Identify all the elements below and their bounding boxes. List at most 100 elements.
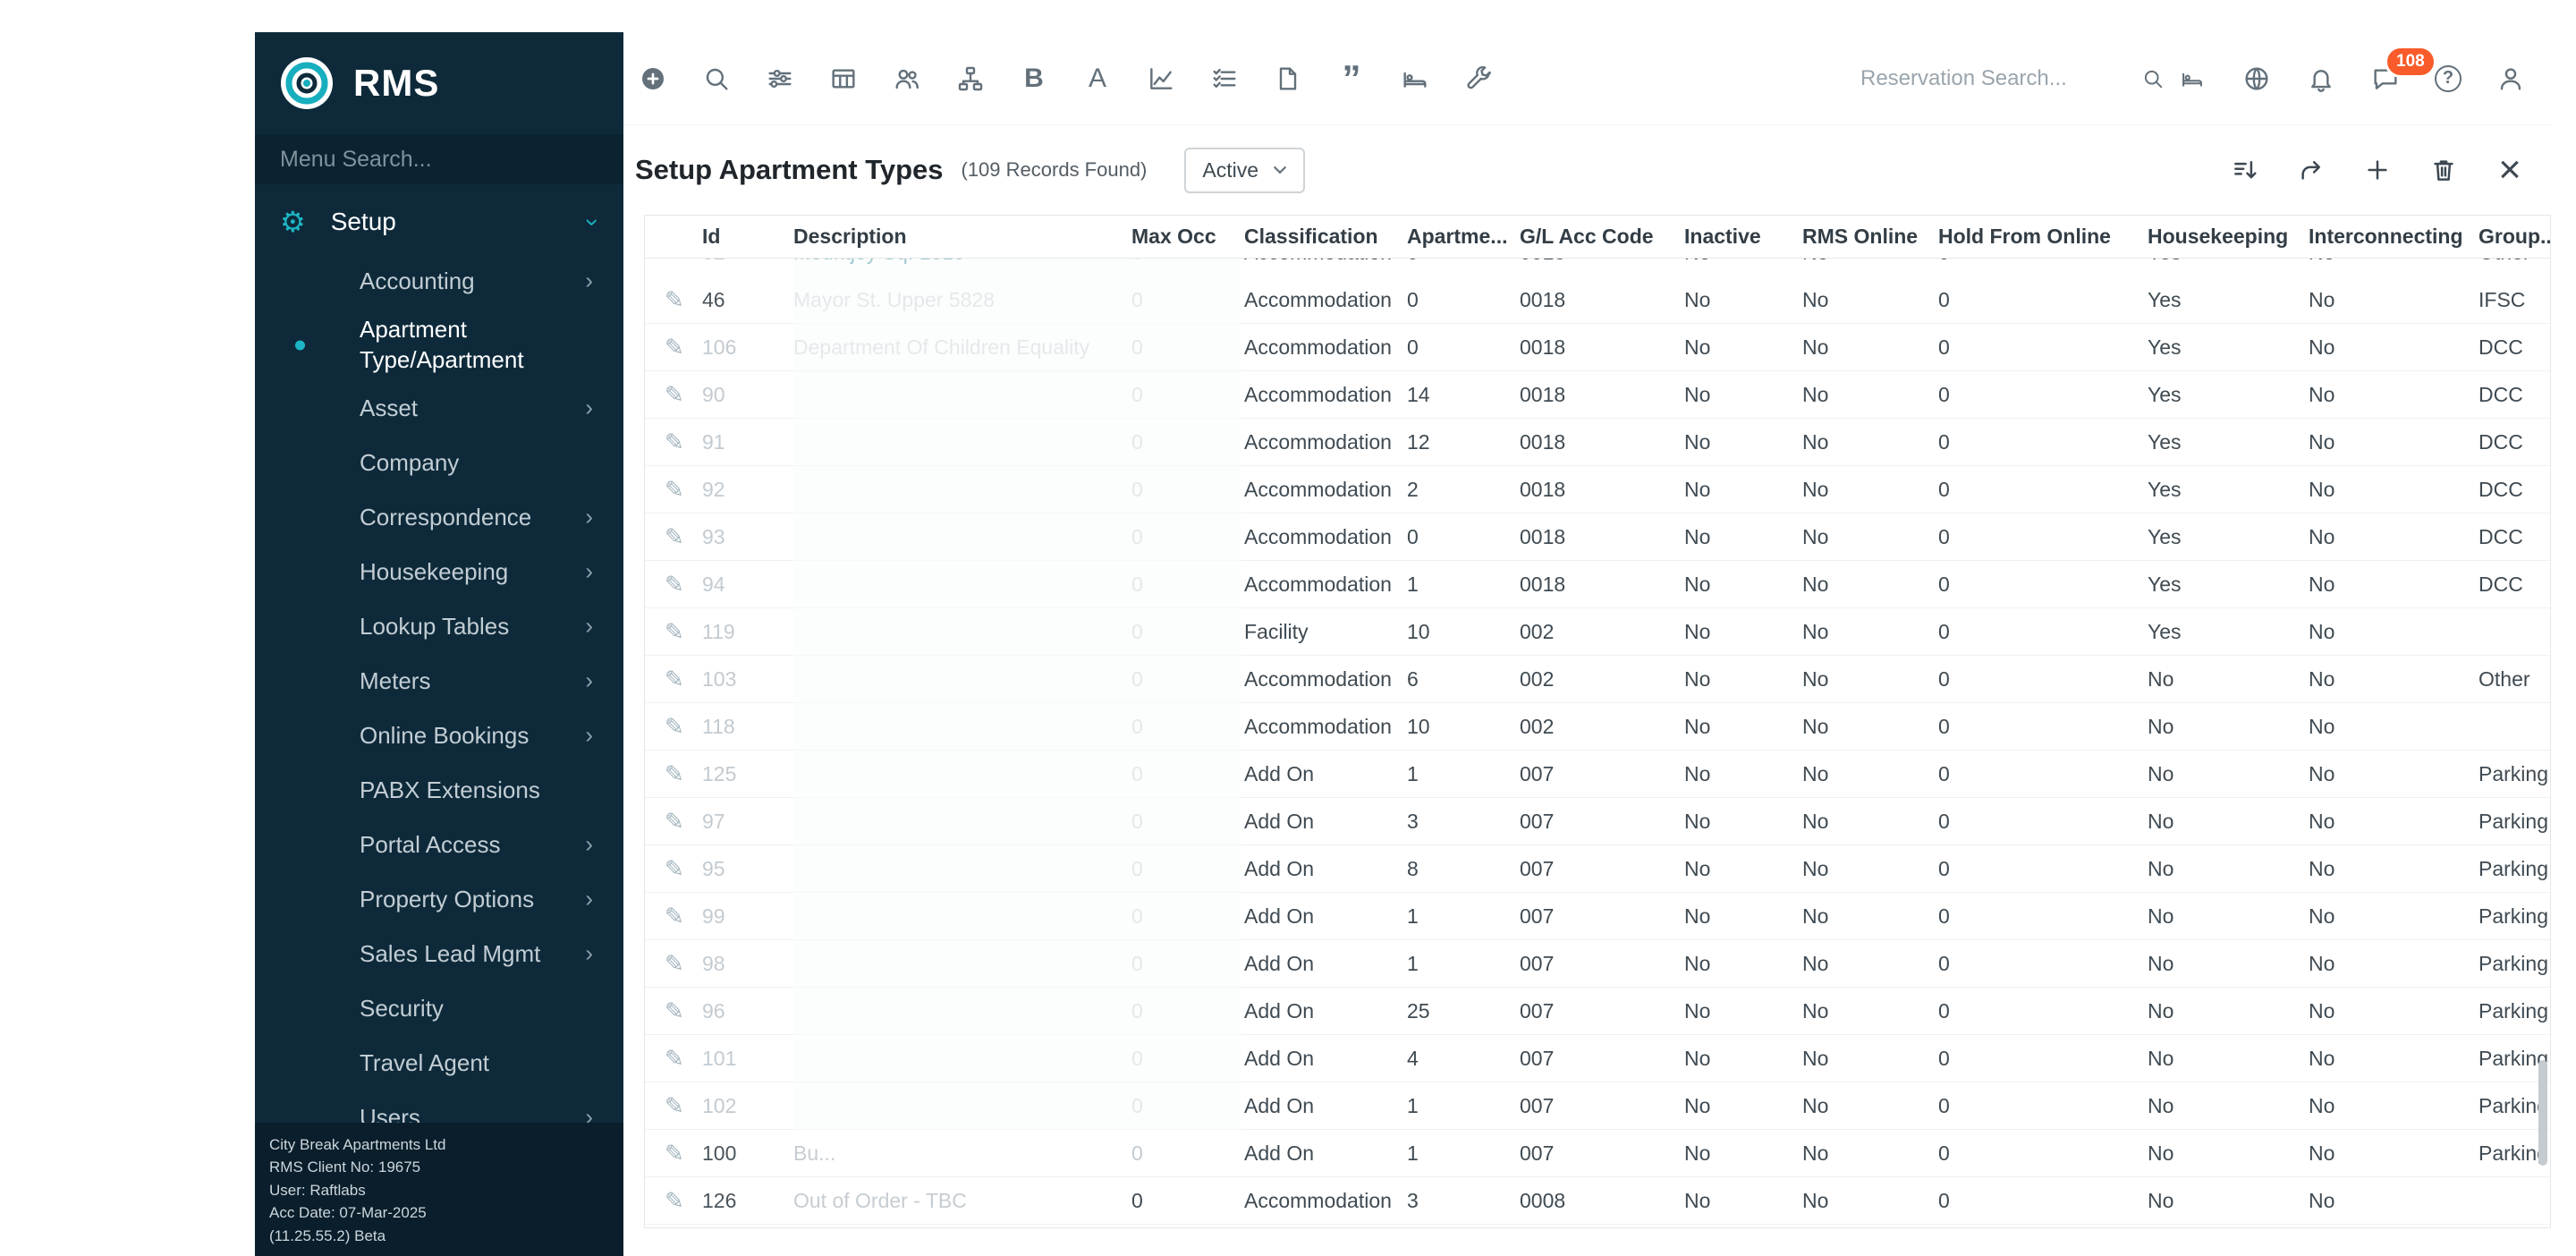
table-row[interactable]: ✎ 106 Department Of Children Equality 0 … <box>645 324 2550 371</box>
line-chart-icon[interactable] <box>1146 64 1176 94</box>
table-row[interactable]: ✎ 118 0 Accommodation 10 002 No No 0 No … <box>645 703 2550 751</box>
hierarchy-icon[interactable] <box>955 64 986 94</box>
sidebar-item-lookup-tables[interactable]: Lookup Tables › <box>255 600 623 655</box>
sidebar-item-company[interactable]: Company <box>255 437 623 491</box>
table-row[interactable]: ✎ 101 0 Add On 4 007 No No 0 No No Parki… <box>645 1035 2550 1082</box>
table-row[interactable]: ✎ 97 0 Add On 3 007 No No 0 No No Parkin… <box>645 798 2550 845</box>
table-row[interactable]: ✎ 119 0 Facility 10 002 No No 0 Yes No <box>645 608 2550 656</box>
delete-icon[interactable] <box>2429 156 2458 184</box>
sidebar-item-sales-lead-mgmt[interactable]: Sales Lead Mgmt › <box>255 928 623 982</box>
edit-pencil-icon[interactable]: ✎ <box>665 286 684 313</box>
edit-pencil-icon[interactable]: ✎ <box>665 429 684 455</box>
edit-pencil-icon[interactable]: ✎ <box>665 713 684 740</box>
column-header-hold-from-online[interactable]: Hold From Online <box>1938 225 2148 249</box>
edit-pencil-icon[interactable]: ✎ <box>665 259 684 266</box>
table-grid-icon[interactable] <box>828 64 859 94</box>
table-row[interactable]: ✎ 94 0 Accommodation 1 0018 No No 0 Yes … <box>645 561 2550 608</box>
table-row[interactable]: ✎ 125 0 Add On 1 007 No No 0 No No Parki… <box>645 751 2550 798</box>
edit-pencil-icon[interactable]: ✎ <box>665 381 684 408</box>
sidebar-item-portal-access[interactable]: Portal Access › <box>255 819 623 873</box>
search-icon[interactable] <box>701 64 732 94</box>
column-header-rms-online[interactable]: RMS Online <box>1802 225 1938 249</box>
table-row[interactable]: ✎ 102 0 Add On 1 007 No No 0 No No Parki… <box>645 1082 2550 1130</box>
edit-pencil-icon[interactable]: ✎ <box>665 618 684 645</box>
tools-wrench-icon[interactable] <box>1463 64 1494 94</box>
edit-pencil-icon[interactable]: ✎ <box>665 334 684 361</box>
table-row[interactable]: ✎ 52 Mountjoy Sq. 1810 0 Accommodation 0… <box>645 259 2550 276</box>
edit-pencil-icon[interactable]: ✎ <box>665 760 684 787</box>
occupants-icon[interactable] <box>892 64 922 94</box>
table-row[interactable]: ✎ 46 Mayor St. Upper 5828 0 Accommodatio… <box>645 276 2550 324</box>
column-header-inactive[interactable]: Inactive <box>1684 225 1802 249</box>
sidebar-item-correspondence[interactable]: Correspondence › <box>255 491 623 546</box>
edit-pencil-icon[interactable]: ✎ <box>665 666 684 692</box>
table-row[interactable]: ✎ 95 0 Add On 8 007 No No 0 No No Parkin… <box>645 845 2550 893</box>
quote-icon[interactable]: ” <box>1336 59 1367 97</box>
sidebar-item-property-options[interactable]: Property Options › <box>255 873 623 928</box>
column-header-group[interactable]: Group... <box>2479 225 2550 249</box>
edit-pencil-icon[interactable]: ✎ <box>665 1045 684 1072</box>
cell-classification: Accommodation <box>1244 335 1392 359</box>
edit-pencil-icon[interactable]: ✎ <box>665 571 684 598</box>
sidebar-section-setup[interactable]: ⚙ Setup › <box>255 193 623 250</box>
status-filter-dropdown[interactable]: Active <box>1184 147 1306 193</box>
sidebar-item-apartment-type-apartment[interactable]: Apartment Type/Apartment <box>255 309 623 382</box>
edit-pencil-icon[interactable]: ✎ <box>665 1187 684 1214</box>
table-row[interactable]: ✎ 99 0 Add On 1 007 No No 0 No No Parkin… <box>645 893 2550 940</box>
close-icon[interactable]: × <box>2496 150 2524 190</box>
document-icon[interactable] <box>1273 64 1303 94</box>
sidebar-item-meters[interactable]: Meters › <box>255 655 623 709</box>
user-icon[interactable] <box>2496 64 2526 94</box>
sidebar-item-housekeeping[interactable]: Housekeeping › <box>255 546 623 600</box>
sidebar-item-accounting[interactable]: Accounting › <box>255 254 623 309</box>
table-row[interactable]: ✎ 103 0 Accommodation 6 002 No No 0 No N… <box>645 656 2550 703</box>
column-header-apartments[interactable]: Apartme... <box>1407 225 1520 249</box>
edit-pencil-icon[interactable]: ✎ <box>665 997 684 1024</box>
column-header-id[interactable]: Id <box>702 225 793 249</box>
column-header-description[interactable]: Description <box>793 225 1131 249</box>
edit-pencil-icon[interactable]: ✎ <box>665 950 684 977</box>
table-row[interactable]: ✎ 90 0 Accommodation 14 0018 No No 0 Yes… <box>645 371 2550 419</box>
vertical-scrollbar-thumb[interactable] <box>2538 1060 2547 1166</box>
reservation-search-input[interactable] <box>1860 65 2129 91</box>
sidebar-item-travel-agent[interactable]: Travel Agent <box>255 1037 623 1091</box>
column-header-max-occ[interactable]: Max Occ <box>1131 225 1244 249</box>
add-icon[interactable] <box>2363 156 2392 184</box>
edit-pencil-icon[interactable]: ✎ <box>665 903 684 929</box>
task-list-icon[interactable] <box>1209 64 1240 94</box>
bookings-bed-icon[interactable] <box>1400 64 1430 94</box>
column-header-interconnecting[interactable]: Interconnecting <box>2309 225 2479 249</box>
edit-pencil-icon[interactable]: ✎ <box>665 808 684 835</box>
menu-search-input[interactable] <box>280 146 582 173</box>
table-row[interactable]: ✎ 100 Bu... 0 Add On 1 007 No No 0 No No… <box>645 1130 2550 1177</box>
table-row[interactable]: ✎ 98 0 Add On 1 007 No No 0 No No Parkin… <box>645 940 2550 988</box>
column-header-housekeeping[interactable]: Housekeeping <box>2148 225 2309 249</box>
table-row[interactable]: ✎ 92 0 Accommodation 2 0018 No No 0 Yes … <box>645 466 2550 513</box>
sidebar-item-online-bookings[interactable]: Online Bookings › <box>255 709 623 764</box>
table-row[interactable]: ✎ 93 0 Accommodation 0 0018 No No 0 Yes … <box>645 513 2550 561</box>
bed-icon[interactable] <box>2177 64 2207 94</box>
sidebar-item-security[interactable]: Security <box>255 982 623 1037</box>
column-header-gl-acc-code[interactable]: G/L Acc Code <box>1520 225 1684 249</box>
sidebar-item-pabx-extensions[interactable]: PABX Extensions <box>255 764 623 819</box>
edit-pencil-icon[interactable]: ✎ <box>665 1092 684 1119</box>
sidebar-item-asset[interactable]: Asset › <box>255 382 623 437</box>
edit-pencil-icon[interactable]: ✎ <box>665 523 684 550</box>
search-icon[interactable] <box>2138 64 2168 94</box>
font-icon[interactable]: A <box>1082 64 1113 94</box>
help-icon[interactable]: ? <box>2435 64 2462 92</box>
forward-arrow-icon[interactable] <box>2297 156 2326 184</box>
table-row[interactable]: ✎ 126 Out of Order - TBC 0 Accommodation… <box>645 1177 2550 1225</box>
edit-pencil-icon[interactable]: ✎ <box>665 476 684 503</box>
globe-icon[interactable] <box>2241 64 2272 94</box>
table-row[interactable]: ✎ 91 0 Accommodation 12 0018 No No 0 Yes… <box>645 419 2550 466</box>
sort-icon[interactable] <box>2231 156 2259 184</box>
edit-pencil-icon[interactable]: ✎ <box>665 855 684 882</box>
column-header-classification[interactable]: Classification <box>1244 225 1407 249</box>
add-circle-icon[interactable] <box>638 64 668 94</box>
table-row[interactable]: ✎ 96 0 Add On 25 007 No No 0 No No Parki… <box>645 988 2550 1035</box>
bold-icon[interactable]: B <box>1019 64 1049 94</box>
edit-pencil-icon[interactable]: ✎ <box>665 1140 684 1167</box>
bell-icon[interactable] <box>2306 64 2336 94</box>
filter-sliders-icon[interactable] <box>765 64 795 94</box>
